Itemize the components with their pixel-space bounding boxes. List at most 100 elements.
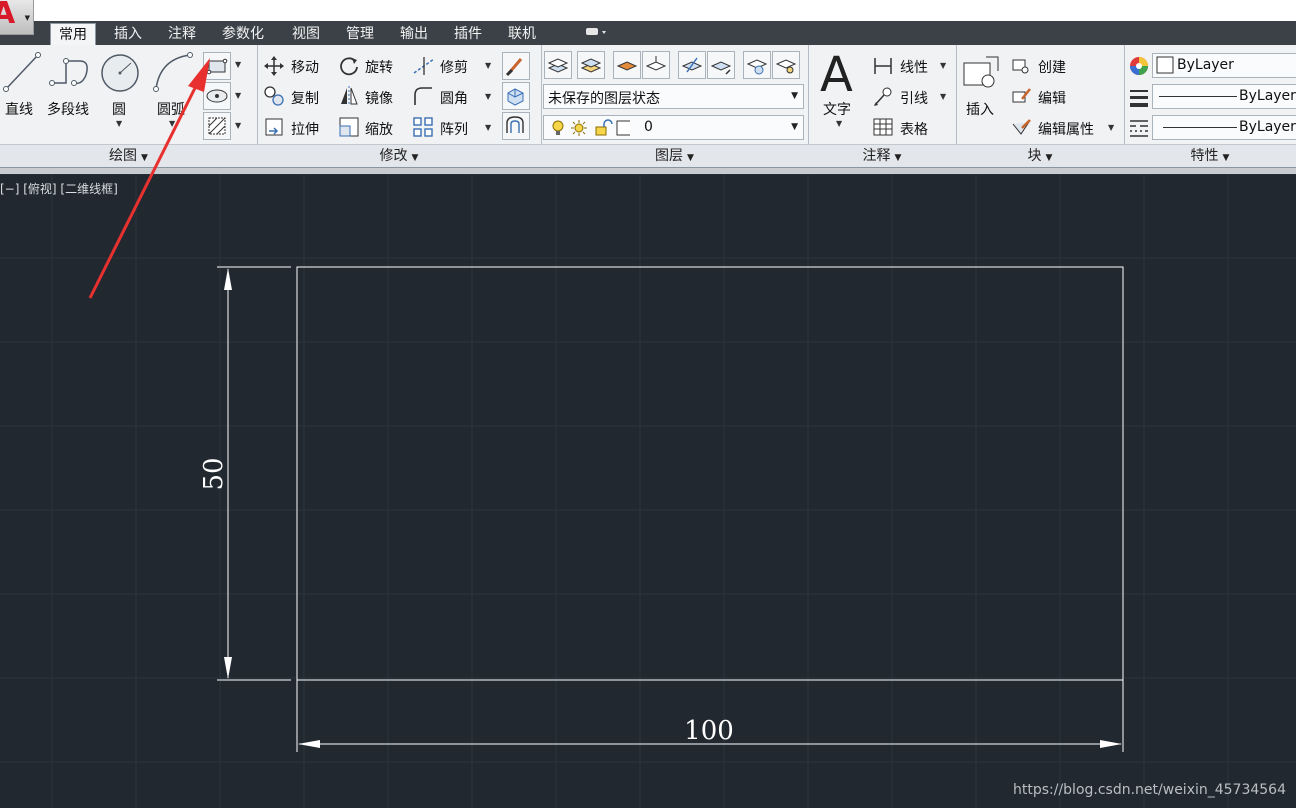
color-wheel-icon — [1130, 57, 1148, 75]
tab-home[interactable]: 常用 — [50, 23, 96, 46]
tab-annotate[interactable]: 注释 — [160, 23, 204, 45]
layer-previous-button[interactable] — [707, 51, 735, 79]
ribbon: 直线 多段线 圆 ▼ 圆弧 ▼ ▼ ▼ ▼ 绘图 ▼ 移动 旋转 修剪 ▼ 复制… — [0, 45, 1296, 168]
layer-match-button[interactable] — [678, 51, 706, 79]
erase-icon — [505, 58, 523, 77]
tab-manage[interactable]: 管理 — [338, 23, 382, 45]
edit-attribute-tool-label[interactable]: 编辑属性 — [1038, 119, 1094, 139]
properties-panel: ByLayer ByLayer ByLayer 特性 ▼ — [1124, 45, 1296, 167]
layer-state-button[interactable] — [577, 51, 605, 79]
explode-button[interactable] — [502, 82, 530, 110]
block-panel-title[interactable]: 块 ▼ — [956, 144, 1124, 167]
annotation-panel-title[interactable]: 注释 ▼ — [808, 144, 956, 167]
layer-state-dropdown[interactable]: 未保存的图层状态 ▼ — [543, 84, 804, 109]
hatch-button[interactable] — [203, 112, 231, 140]
offset-button[interactable] — [502, 112, 530, 140]
layer-properties-icon — [547, 58, 569, 73]
viewport-controls[interactable]: [−] [俯视] [二维线框] — [0, 180, 118, 197]
dimension-horizontal[interactable]: 100 — [296, 680, 1124, 752]
leader-dropdown-icon[interactable]: ▼ — [940, 92, 946, 101]
chevron-down-icon: ▼ — [894, 153, 902, 163]
hatch-dropdown-icon[interactable]: ▼ — [235, 121, 241, 130]
offset-icon — [506, 116, 524, 133]
layers-panel-title[interactable]: 图层 ▼ — [541, 144, 808, 167]
copy-tool-label[interactable]: 复制 — [291, 88, 319, 108]
layer-isolate-button[interactable] — [613, 51, 641, 79]
rotate-tool-label[interactable]: 旋转 — [365, 57, 393, 77]
mirror-tool-label[interactable]: 镜像 — [365, 88, 393, 108]
move-icon — [264, 56, 284, 76]
tab-insert[interactable]: 插入 — [106, 23, 150, 45]
line-sample — [1163, 127, 1237, 128]
scale-tool-label[interactable]: 缩放 — [365, 119, 393, 139]
array-dropdown-icon[interactable]: ▼ — [485, 123, 491, 132]
layer-properties-button[interactable] — [544, 51, 572, 79]
create-tool-label[interactable]: 创建 — [1038, 57, 1066, 77]
fillet-tool-label[interactable]: 圆角 — [440, 88, 468, 108]
polyline-tool-label[interactable]: 多段线 — [47, 99, 89, 119]
lineweight-value: ByLayer — [1239, 88, 1296, 104]
layer-unisolate-button[interactable] — [642, 51, 670, 79]
circle-tool-label[interactable]: 圆 — [112, 99, 126, 119]
leader-tool-label[interactable]: 引线 — [900, 88, 928, 108]
edit-tool-label[interactable]: 编辑 — [1038, 88, 1066, 108]
text-dropdown-icon[interactable]: ▼ — [836, 119, 842, 128]
tab-parametric[interactable]: 参数化 — [214, 23, 272, 45]
trim-dropdown-icon[interactable]: ▼ — [485, 61, 491, 70]
ellipse-dropdown-icon[interactable]: ▼ — [235, 91, 241, 100]
ellipse-button[interactable] — [203, 82, 231, 110]
lineweight-dropdown[interactable]: ByLayer — [1152, 84, 1296, 109]
layer-color-swatch — [616, 120, 630, 136]
chevron-down-icon: ▼ — [1222, 153, 1230, 163]
line-tool-label[interactable]: 直线 — [5, 99, 33, 119]
circle-dropdown-icon[interactable]: ▼ — [116, 119, 122, 128]
drawing-canvas[interactable]: 100 50 [−] [俯视] [二维线框] https://blog.csdn… — [0, 174, 1296, 808]
layer-unisolate-icon — [645, 56, 667, 71]
application-menu-button[interactable]: A ▼ — [0, 0, 34, 35]
erase-button[interactable] — [502, 52, 530, 80]
tab-online[interactable]: 联机 — [500, 23, 544, 45]
trim-tool-label[interactable]: 修剪 — [440, 57, 468, 77]
dimension-vertical[interactable]: 50 — [199, 266, 291, 681]
object-color-dropdown[interactable]: ByLayer — [1152, 53, 1296, 78]
layer-isolate-icon — [616, 61, 638, 71]
minimize-ribbon-icon — [586, 28, 606, 35]
move-tool-label[interactable]: 移动 — [291, 57, 319, 77]
current-layer-name: 0 — [644, 119, 653, 135]
tab-view[interactable]: 视图 — [284, 23, 328, 45]
grid-lines — [0, 174, 1296, 808]
lightbulb-icon — [552, 120, 564, 135]
linear-dropdown-icon[interactable]: ▼ — [940, 61, 946, 70]
layer-freeze-button[interactable] — [743, 51, 771, 79]
rectangle-button[interactable] — [203, 52, 231, 80]
fillet-dropdown-icon[interactable]: ▼ — [485, 92, 491, 101]
linear-tool-label[interactable]: 线性 — [900, 57, 928, 77]
layer-off-button[interactable] — [772, 51, 800, 79]
properties-panel-title[interactable]: 特性 ▼ — [1124, 144, 1296, 167]
current-layer-dropdown[interactable]: 0 ▼ — [543, 115, 804, 140]
ribbon-tab-bar: 常用 插入 注释 参数化 视图 管理 输出 插件 联机 — [0, 21, 1296, 46]
table-tool-label[interactable]: 表格 — [900, 119, 928, 139]
insert-tool-label[interactable]: 插入 — [966, 99, 994, 119]
arc-dropdown-icon[interactable]: ▼ — [169, 119, 175, 128]
ribbon-display-toggle[interactable] — [572, 23, 616, 45]
draw-panel-title[interactable]: 绘图 ▼ — [0, 144, 257, 167]
table-icon — [873, 118, 893, 136]
layer-match-icon — [681, 57, 703, 73]
linetype-dropdown[interactable]: ByLayer — [1152, 115, 1296, 140]
tab-output[interactable]: 输出 — [392, 23, 436, 45]
circle-icon — [101, 54, 139, 92]
modify-panel-title[interactable]: 修改 ▼ — [257, 144, 541, 167]
text-tool-label[interactable]: 文字 — [823, 99, 851, 119]
layer-previous-icon — [710, 61, 732, 75]
array-tool-label[interactable]: 阵列 — [440, 119, 468, 139]
layer-off-icon — [775, 59, 797, 74]
rectangle-dropdown-icon[interactable]: ▼ — [235, 60, 241, 69]
edit-attribute-dropdown-icon[interactable]: ▼ — [1108, 123, 1114, 132]
stretch-tool-label[interactable]: 拉伸 — [291, 119, 319, 139]
tab-plugins[interactable]: 插件 — [446, 23, 490, 45]
drawn-rectangle[interactable] — [296, 266, 1124, 681]
trim-icon — [413, 57, 435, 75]
arc-tool-label[interactable]: 圆弧 — [157, 99, 185, 119]
stretch-icon — [265, 118, 283, 136]
